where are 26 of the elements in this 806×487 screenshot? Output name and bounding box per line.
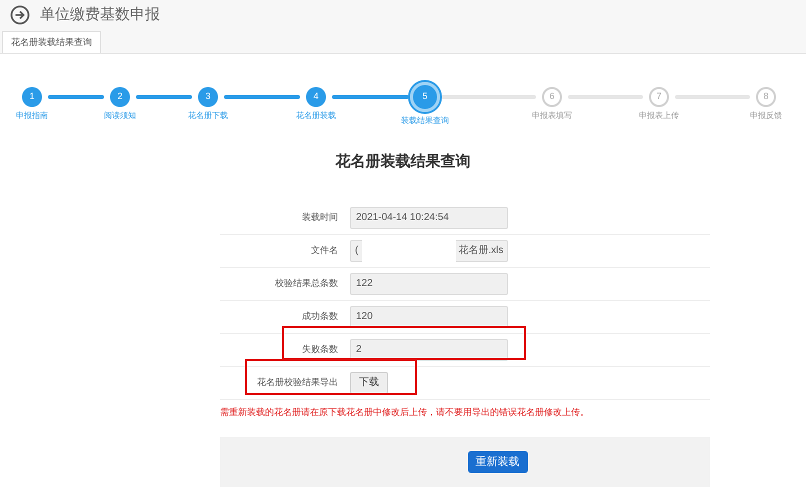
step-label: 花名册下载 [188, 110, 228, 122]
step-label: 装载结果查询 [401, 115, 449, 127]
field-label: 成功条数 [302, 310, 338, 323]
step-label: 申报指南 [16, 110, 48, 122]
readonly-field[interactable]: 122 [350, 272, 508, 294]
step-label: 申报表上传 [639, 110, 679, 122]
step-label: 阅读须知 [104, 110, 136, 122]
field-label: 校验结果总条数 [275, 276, 338, 290]
tab[interactable]: 花名册装载结果查询 [2, 31, 101, 53]
step-label: 花名册装载 [296, 110, 336, 122]
notice-text: 需重新装载的花名册请在原下载花名册中修改后上传，请不要用导出的错误花名册修改上传。 [220, 406, 590, 418]
field-label: 失败条数 [302, 342, 338, 356]
readonly-field[interactable]: ( 花名册.xls [350, 240, 508, 262]
page-title: 单位缴费基数申报 [40, 4, 160, 25]
reload-button[interactable]: 重新装载 [468, 451, 528, 473]
step-label: 申报表填写 [532, 110, 572, 122]
readonly-field[interactable]: 2021-04-14 10:24:54 [350, 206, 508, 228]
field-label: 花名册校验结果导出 [257, 376, 338, 389]
field-label: 装载时间 [302, 210, 338, 224]
readonly-field[interactable]: 120 [350, 306, 508, 328]
download-button[interactable]: 下载 [350, 372, 388, 394]
arrow-circle-icon[interactable] [10, 5, 30, 25]
step-label: 申报反馈 [750, 110, 782, 122]
readonly-field[interactable]: 2 [350, 338, 508, 360]
form-title: 花名册装载结果查询 [334, 152, 472, 172]
field-label: 文件名 [311, 244, 338, 257]
